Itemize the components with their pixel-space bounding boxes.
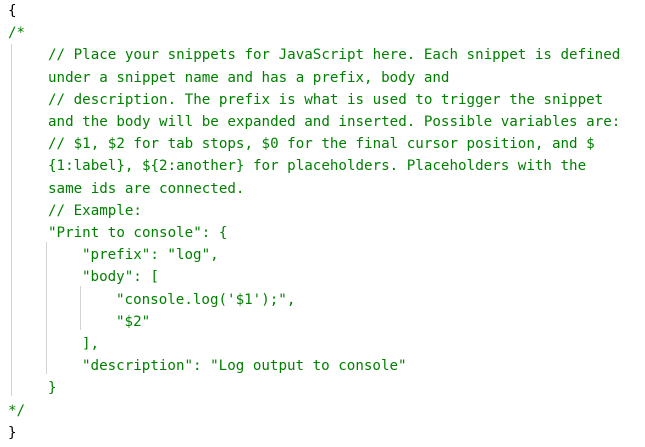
- code-line: }: [8, 424, 17, 441]
- code-line: "body": [: [82, 269, 159, 286]
- code-line: /*: [8, 25, 26, 42]
- code-line: {: [8, 3, 17, 19]
- indent-guide: [11, 44, 12, 396]
- code-line: "Print to console": {: [48, 225, 228, 241]
- code-line: // Place your snippets for JavaScript he…: [48, 47, 621, 64]
- code-line: }: [48, 380, 57, 397]
- indent-guide: [80, 286, 81, 330]
- code-line: "description": "Log output to console": [82, 358, 407, 375]
- code-line: // description. The prefix is what is us…: [48, 91, 604, 108]
- code-line: and the body will be expanded and insert…: [48, 114, 621, 130]
- code-line: {1:label}, ${2:another} for placeholders…: [48, 158, 587, 175]
- code-editor[interactable]: { /* // Place your snippets for JavaScript…: [0, 0, 645, 447]
- code-line: same ids are connected.: [48, 180, 245, 197]
- code-line: "$2": [116, 313, 151, 330]
- code-line: // $1, $2 for tab stops, $0 for the fina…: [48, 136, 595, 153]
- code-line: under a snippet name and has a prefix, b…: [48, 69, 450, 86]
- indent-guide: [46, 242, 47, 374]
- code-line: ],: [82, 336, 100, 352]
- code-line: */: [8, 402, 26, 419]
- code-line: "console.log('$1');",: [116, 291, 296, 308]
- code-line: "prefix": "log",: [82, 247, 219, 264]
- code-line: // Example:: [48, 202, 142, 219]
